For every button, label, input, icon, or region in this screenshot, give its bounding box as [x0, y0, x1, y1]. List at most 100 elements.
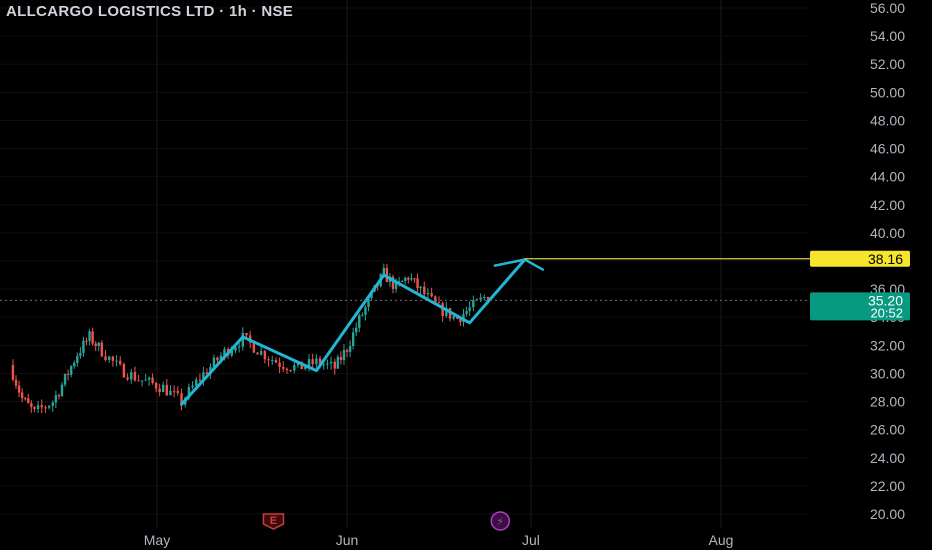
- x-tick-label: Jun: [336, 532, 359, 548]
- candle-body: [33, 406, 36, 409]
- chart-title: ALLCARGO LOGISTICS LTD · 1h · NSE: [6, 3, 294, 20]
- candle-body: [107, 356, 111, 360]
- candle-body: [161, 384, 165, 392]
- y-tick-label: 32.00: [870, 337, 905, 353]
- y-tick-label: 54.00: [870, 28, 905, 44]
- candle-body: [79, 352, 82, 356]
- candle-body: [336, 356, 340, 369]
- candle-body: [437, 302, 441, 304]
- candle-body: [94, 343, 97, 347]
- candle-body: [51, 402, 54, 406]
- candle-body: [311, 359, 314, 365]
- y-tick-label: 52.00: [870, 56, 905, 72]
- candle-body: [410, 278, 413, 280]
- candle-body: [216, 357, 219, 361]
- candle-body: [274, 360, 278, 363]
- candle-body: [465, 311, 468, 315]
- candle-body: [66, 373, 70, 375]
- y-tick-label: 28.00: [870, 394, 905, 410]
- candle-body: [468, 307, 471, 312]
- candle-body: [69, 366, 73, 375]
- y-tick-label: 40.00: [870, 225, 905, 241]
- candle-body: [172, 390, 176, 392]
- candle-body: [358, 315, 361, 328]
- candle-body: [342, 350, 346, 360]
- candle-body: [333, 361, 336, 369]
- candle-body: [326, 363, 329, 365]
- y-tick-label: 22.00: [870, 478, 905, 494]
- candle-body: [278, 362, 281, 368]
- x-tick-label: Aug: [708, 532, 733, 548]
- candle-body: [140, 380, 144, 382]
- candle-body: [430, 293, 433, 297]
- candle-body: [364, 306, 367, 315]
- candle-body: [401, 280, 404, 282]
- target-price-label: 38.16: [868, 251, 903, 267]
- candle-body: [97, 342, 100, 347]
- candle-body: [20, 392, 24, 399]
- candle-body: [271, 360, 274, 362]
- candle-body: [76, 355, 79, 363]
- candle-body: [322, 364, 325, 366]
- y-tick-label: 48.00: [870, 112, 905, 128]
- candle-body: [126, 377, 129, 380]
- candle-body: [44, 407, 47, 409]
- candle-body: [111, 356, 115, 361]
- candle-body: [483, 296, 486, 298]
- x-tick-label: Jul: [522, 532, 540, 548]
- price-chart[interactable]: 56.00 54.00 52.00 50.00 48.00 46.00 44.00 42.00…: [0, 0, 932, 550]
- candle-body: [104, 356, 107, 360]
- candle-body: [237, 346, 241, 348]
- candle-body: [144, 379, 147, 381]
- candle-body: [348, 346, 352, 352]
- candle-body: [195, 379, 198, 386]
- candle-body: [416, 278, 419, 289]
- candle-body: [252, 342, 256, 353]
- bar-countdown-label: 20:52: [870, 305, 903, 320]
- candle-body: [404, 277, 407, 281]
- candle-body: [434, 296, 437, 303]
- candle-body: [282, 367, 285, 369]
- candle-body: [27, 398, 30, 404]
- dividend-event-label: ⚡: [496, 515, 504, 528]
- chart-background: [0, 0, 932, 550]
- candle-body: [329, 361, 333, 364]
- candle-body: [413, 278, 416, 280]
- candle-body: [407, 277, 410, 280]
- candle-body: [154, 383, 158, 389]
- candle-body: [345, 350, 349, 352]
- candle-body: [361, 314, 364, 316]
- candle-body: [351, 332, 355, 347]
- y-tick-label: 30.00: [870, 365, 905, 381]
- candle-body: [14, 379, 18, 386]
- x-tick-label: May: [144, 532, 170, 548]
- candle-body: [419, 286, 422, 289]
- y-tick-label: 26.00: [870, 422, 905, 438]
- candle-body: [339, 356, 343, 360]
- candle-body: [212, 357, 216, 367]
- candle-body: [191, 385, 194, 388]
- candle-body: [151, 377, 154, 384]
- candle-body: [100, 342, 104, 357]
- y-tick-label: 24.00: [870, 450, 905, 466]
- candle-body: [57, 395, 61, 397]
- candle-body: [263, 351, 267, 360]
- candle-body: [88, 331, 91, 341]
- y-tick-label: 20.00: [870, 506, 905, 522]
- candle-body: [260, 351, 263, 355]
- candle-body: [40, 405, 43, 408]
- candle-body: [293, 365, 296, 371]
- candle-body: [82, 340, 85, 353]
- candle-body: [54, 395, 58, 403]
- candle-body: [17, 385, 21, 393]
- candle-body: [147, 377, 151, 380]
- candle-body: [158, 388, 161, 392]
- candle-body: [267, 359, 270, 361]
- candle-body: [130, 372, 133, 380]
- candle-body: [36, 405, 40, 409]
- candle-body: [423, 286, 426, 295]
- candle-body: [133, 372, 137, 381]
- candle-body: [137, 380, 140, 382]
- candle-body: [119, 360, 122, 365]
- y-tick-label: 44.00: [870, 169, 905, 185]
